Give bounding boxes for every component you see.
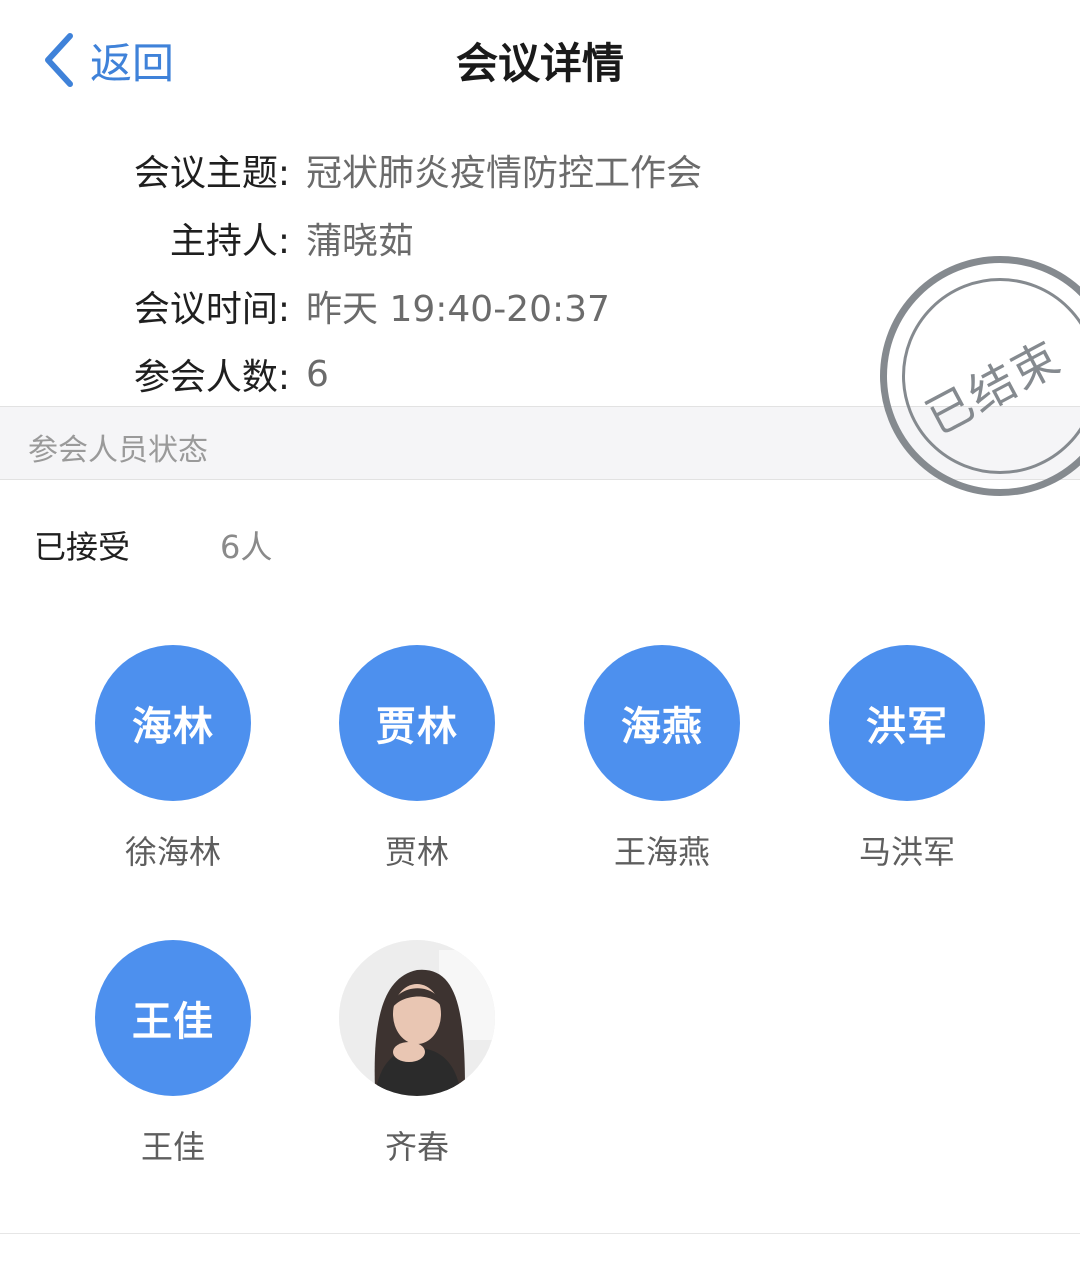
avatar: 王佳 xyxy=(95,940,251,1096)
avatar-photo xyxy=(339,940,495,1096)
participant-name: 王佳 xyxy=(140,1128,205,1166)
avatar: 洪军 xyxy=(829,645,985,801)
avatar: 海林 xyxy=(95,645,251,801)
participant-name: 马洪军 xyxy=(858,833,955,871)
info-row-count: 参会人数: 6 xyxy=(0,344,329,404)
time-value: 昨天 19:40-20:37 xyxy=(306,289,610,330)
accepted-label: 已接受 xyxy=(34,528,131,566)
participant-5[interactable]: 王佳 王佳 xyxy=(83,940,263,1168)
host-value: 蒲晓茹 xyxy=(306,221,415,262)
participant-name: 贾林 xyxy=(384,833,449,871)
participant-name: 齐春 xyxy=(384,1128,449,1166)
avatar: 海燕 xyxy=(584,645,740,801)
info-row-host: 主持人: 蒲晓茹 xyxy=(0,208,414,268)
info-row-time: 会议时间: 昨天 19:40-20:37 xyxy=(0,276,610,336)
participant-4[interactable]: 洪军 马洪军 xyxy=(817,645,997,873)
page-title: 会议详情 xyxy=(455,39,624,88)
count-value: 6 xyxy=(306,353,329,395)
avatar: 贾林 xyxy=(339,645,495,801)
nav-bar: 返回 会议详情 xyxy=(0,0,1080,120)
topic-value: 冠状肺炎疫情防控工作会 xyxy=(306,153,703,194)
participant-3[interactable]: 海燕 王海燕 xyxy=(572,645,752,873)
participant-name: 徐海林 xyxy=(124,833,221,871)
participant-6[interactable]: 齐春 xyxy=(327,940,507,1168)
time-label: 会议时间: xyxy=(133,289,290,330)
accepted-count: 6人 xyxy=(220,528,273,566)
count-label: 参会人数: xyxy=(133,357,290,398)
person-photo-icon xyxy=(339,940,495,1096)
ended-stamp: 已结束 xyxy=(880,256,1080,496)
section-title: 参会人员状态 xyxy=(28,433,208,468)
participant-name: 王海燕 xyxy=(613,833,710,871)
info-row-topic: 会议主题: 冠状肺炎疫情防控工作会 xyxy=(0,140,702,200)
participant-1[interactable]: 海林 徐海林 xyxy=(83,645,263,873)
participant-2[interactable]: 贾林 贾林 xyxy=(327,645,507,873)
host-label: 主持人: xyxy=(169,221,290,262)
divider xyxy=(0,1233,1080,1234)
topic-label: 会议主题: xyxy=(133,153,290,194)
accepted-row: 已接受 6人 xyxy=(34,520,272,570)
